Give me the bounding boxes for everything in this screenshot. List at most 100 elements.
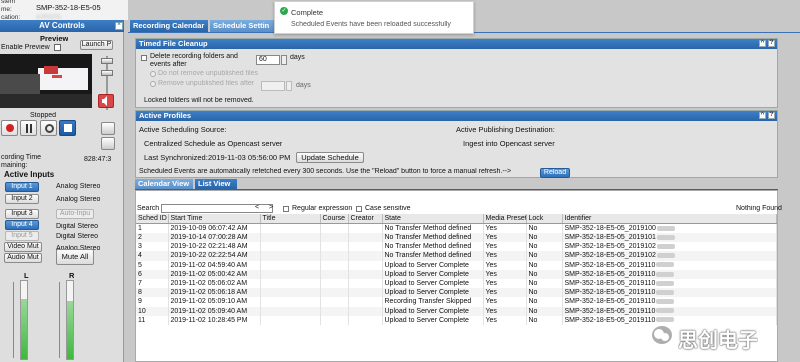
delete-days-input[interactable]: 60 (256, 55, 280, 65)
launch-preview-button[interactable]: Launch P (80, 40, 113, 50)
table-cell: 2019-11-02 05:06:18 AM (168, 288, 261, 298)
delete-checkbox[interactable] (141, 55, 147, 61)
input-4-button[interactable]: Input 4 (5, 220, 39, 230)
table-cell: Yes (483, 269, 527, 279)
table-row[interactable]: 7 2019-11-02 05:06:02 AM Upload to Server … (136, 278, 777, 289)
tab-schedule-settings[interactable]: Schedule Settin (210, 20, 276, 32)
table-row[interactable]: 4 2019-10-22 02:22:54 AM No Transfer Metho… (136, 251, 777, 261)
table-row[interactable]: 1 2019-10-09 06:07:42 AM No Transfer Metho… (136, 223, 777, 233)
stop-button[interactable] (59, 120, 76, 136)
column-header[interactable]: Media Preset (483, 214, 527, 224)
table-cell: 8 (136, 288, 169, 298)
update-schedule-button[interactable]: Update Schedule (296, 152, 364, 163)
input-3-button[interactable]: Input 3 (5, 209, 39, 219)
remove-days-input[interactable] (261, 81, 285, 91)
cell-text: SMP-352-18-E5-05_2019110 (564, 307, 656, 315)
extra-control-button-2[interactable] (101, 137, 115, 150)
cell-text: SMP-352-18-E5-05_2019100 (564, 225, 656, 232)
column-header[interactable]: Sched ID (136, 214, 169, 224)
table-cell: 11 (136, 315, 169, 325)
reload-button[interactable]: Reload (540, 168, 570, 178)
table-row[interactable]: 3 2019-10-22 02:21:48 AM No Transfer Metho… (136, 242, 777, 252)
active-profiles-collapse-icon[interactable]: ^ (759, 112, 766, 119)
mute-all-button[interactable]: Mute All (56, 249, 94, 265)
table-row[interactable]: 9 2019-11-02 05:09:10 AM Recording Transfe… (136, 297, 777, 307)
case-label: Case sensitive (365, 205, 411, 212)
column-header[interactable]: Course (320, 214, 349, 224)
table-cell: 9 (136, 297, 169, 307)
pause-button[interactable] (20, 120, 37, 136)
remove-days-stepper[interactable] (286, 81, 292, 91)
table-cell: SMP-352-18-E5-05_2019102 (562, 242, 777, 252)
timed-cleanup-help-icon[interactable]: ? (768, 40, 775, 47)
active-profiles-help-icon[interactable]: ? (768, 112, 775, 119)
tab-calendar-view[interactable]: Calendar View (135, 179, 193, 189)
column-header[interactable]: Identifier (562, 214, 777, 224)
publishing-dest-value: Ingest into Opencast server (463, 139, 555, 148)
volume-slider-handle[interactable] (101, 58, 113, 64)
regex-checkbox[interactable] (283, 206, 289, 212)
table-cell: SMP-352-18-E5-05_2019110 (562, 306, 777, 316)
table-cell: SMP-352-18-E5-05_2019102 (562, 251, 777, 261)
table-cell: No Transfer Method defined (382, 223, 484, 233)
column-header[interactable]: Title (260, 214, 321, 224)
column-header[interactable]: State (382, 214, 484, 224)
timed-cleanup-collapse-icon[interactable]: ^ (759, 40, 766, 47)
table-cell: 1 (136, 223, 169, 233)
redacted-mark (656, 253, 675, 259)
panel-toggle-icon[interactable]: ^ (115, 22, 123, 30)
table-cell (348, 242, 383, 252)
column-header[interactable]: Creator (348, 214, 383, 224)
table-cell (320, 223, 349, 233)
case-checkbox[interactable] (356, 206, 362, 212)
column-header[interactable]: Lock (526, 214, 563, 224)
video-mute-button[interactable]: Video Mut (4, 242, 42, 252)
table-cell: 4 (136, 251, 169, 261)
speaker-icon[interactable] (98, 94, 114, 108)
meter-right-fill (67, 301, 73, 359)
input-1-button[interactable]: Input 1 (5, 182, 39, 192)
record-button[interactable] (1, 120, 18, 136)
table-cell: No (526, 242, 563, 252)
tab-list-view[interactable]: List View (195, 179, 237, 189)
tab-recording-calendar[interactable]: Recording Calendar (130, 20, 208, 32)
input-1-signal: Analog Stereo (56, 183, 101, 190)
table-row[interactable]: 10 2019-11-02 05:09:40 AM Upload to Server… (136, 306, 777, 316)
search-next-button[interactable]: > (269, 204, 273, 211)
table-cell (348, 233, 383, 243)
search-prev-button[interactable]: < (255, 204, 259, 211)
input-5-button[interactable]: Input 5 (5, 231, 39, 241)
meter-left (20, 280, 28, 360)
extra-control-button[interactable] (101, 122, 115, 135)
meter-left-fill (21, 299, 27, 359)
table-cell: SMP-352-18-E5-05_2019101 (562, 233, 777, 243)
auto-input-button[interactable]: Auto-Inpu (56, 209, 94, 219)
table-row[interactable]: 8 2019-11-02 05:06:18 AM Upload to Server … (136, 288, 777, 298)
table-cell: SMP-352-18-E5-05_2019110 (562, 278, 777, 289)
mark-button[interactable] (40, 120, 57, 136)
column-header[interactable]: Start Time (168, 214, 261, 224)
cell-text: SMP-352-18-E5-05_2019110 (564, 298, 656, 306)
table-cell (260, 223, 321, 233)
table-row[interactable]: 2 2019-10-14 07:00:28 AM No Transfer Metho… (136, 233, 777, 243)
active-inputs-title: Active Inputs (4, 170, 55, 179)
table-row[interactable]: 6 2019-11-02 05:00:42 AM Upload to Server … (136, 269, 777, 279)
input-2-button[interactable]: Input 2 (5, 194, 39, 204)
do-not-remove-radio[interactable] (150, 71, 156, 77)
table-cell (348, 278, 383, 289)
table-cell: Yes (483, 242, 527, 252)
table-cell: Yes (483, 251, 527, 261)
table-cell: No (526, 278, 563, 289)
table-cell: 2019-11-02 05:09:40 AM (168, 306, 261, 316)
table-cell: Upload to Server Complete (382, 269, 484, 279)
last-sync-value: 2019-11-03 05:56:00 PM (208, 153, 291, 162)
remove-unpublished-radio[interactable] (150, 81, 156, 87)
delete-days-stepper[interactable] (281, 55, 287, 65)
cell-text: 11 (138, 316, 146, 324)
preview-stripe (52, 75, 62, 78)
table-row[interactable]: 5 2019-11-02 04:59:40 AM Upload to Server … (136, 260, 777, 270)
enable-preview-checkbox[interactable] (54, 44, 61, 51)
cell-text: Yes (485, 252, 497, 260)
audio-mute-button[interactable]: Audio Mut (4, 253, 42, 263)
volume-slider-handle-2[interactable] (101, 70, 113, 76)
